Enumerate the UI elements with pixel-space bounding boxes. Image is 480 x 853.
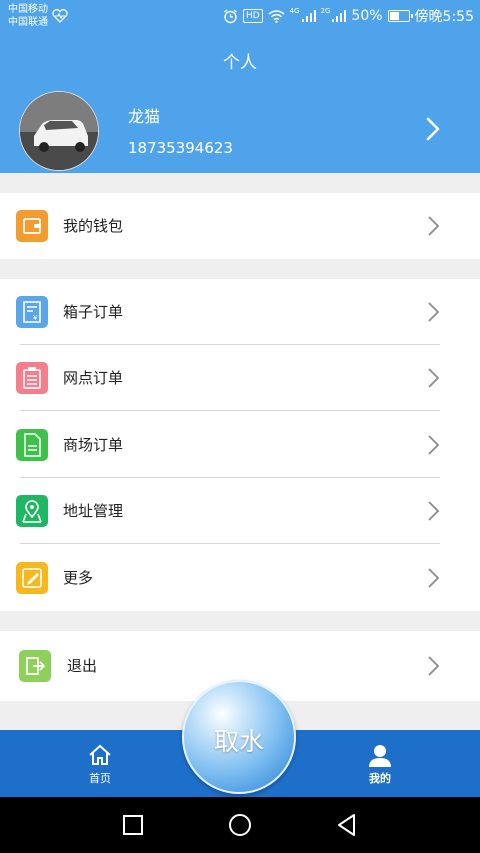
menu-label-outlet-orders: 网点订单 bbox=[63, 369, 124, 387]
menu-label-more: 更多 bbox=[63, 569, 94, 587]
wifi-icon bbox=[268, 9, 285, 23]
phone-number: 18735394623 bbox=[128, 139, 233, 157]
home-button-icon[interactable] bbox=[228, 813, 252, 837]
network-type-1: 4G bbox=[289, 7, 300, 15]
menu-item-outlet-orders[interactable]: 网点订单 bbox=[0, 345, 480, 411]
fetch-water-label: 取水 bbox=[213, 727, 264, 756]
chevron-right-icon[interactable] bbox=[425, 116, 441, 142]
wallet-icon bbox=[16, 210, 48, 242]
signal-icon bbox=[301, 10, 316, 22]
carrier-2: 中国联通 bbox=[8, 17, 48, 28]
recent-apps-icon[interactable] bbox=[122, 814, 144, 836]
chevron-right-icon bbox=[428, 302, 440, 322]
username: 龙猫 bbox=[128, 107, 161, 126]
divider bbox=[20, 410, 440, 411]
menu-item-mall-orders[interactable]: 商场订单 bbox=[0, 412, 480, 478]
menu-label-logout: 退出 bbox=[67, 657, 98, 675]
hd-badge: HD bbox=[242, 9, 263, 23]
tab-label-mine: 我的 bbox=[369, 772, 391, 785]
network-type-2: 2G bbox=[320, 7, 331, 15]
heart-rate-icon bbox=[52, 9, 68, 23]
clock: 傍晚5:55 bbox=[414, 9, 474, 25]
carrier-1: 中国移动 bbox=[8, 4, 48, 15]
tab-label-home: 首页 bbox=[89, 772, 111, 785]
page-title: 个人 bbox=[223, 53, 257, 73]
tab-home[interactable]: 首页 bbox=[60, 730, 140, 797]
status-bar: 中国移动 中国联通 HD 4G 2G 50% 傍晚5:55 bbox=[0, 0, 480, 32]
avatar[interactable] bbox=[19, 91, 99, 171]
box-order-icon: ¥ bbox=[16, 296, 48, 328]
logout-icon bbox=[19, 650, 51, 682]
avatar-car-photo bbox=[20, 92, 98, 170]
orders-section: ¥ 箱子订单 网点订单 商场订单 地址管理 更多 bbox=[0, 279, 480, 611]
menu-label-address: 地址管理 bbox=[63, 502, 124, 520]
battery-percent: 50% bbox=[351, 8, 383, 24]
outlet-order-icon bbox=[16, 362, 48, 394]
menu-item-more[interactable]: 更多 bbox=[0, 545, 480, 611]
map-pin-icon bbox=[16, 495, 48, 527]
wallet-section: 我的钱包 bbox=[0, 193, 480, 259]
back-icon[interactable] bbox=[336, 813, 358, 837]
chevron-right-icon bbox=[428, 501, 440, 521]
chevron-right-icon bbox=[428, 368, 440, 388]
system-nav-bar bbox=[0, 797, 480, 853]
menu-label-wallet: 我的钱包 bbox=[63, 217, 124, 235]
home-icon bbox=[89, 744, 111, 765]
chevron-right-icon bbox=[428, 568, 440, 588]
battery-level bbox=[389, 12, 399, 20]
menu-label-mall-orders: 商场订单 bbox=[63, 436, 124, 454]
battery-icon bbox=[387, 10, 413, 22]
svg-text:¥: ¥ bbox=[33, 314, 38, 322]
chevron-right-icon bbox=[428, 435, 440, 455]
tab-mine[interactable]: 我的 bbox=[340, 730, 420, 797]
fetch-water-button[interactable]: 取水 bbox=[182, 680, 296, 794]
mall-order-icon bbox=[16, 429, 48, 461]
menu-label-box-orders: 箱子订单 bbox=[63, 303, 124, 321]
user-icon bbox=[369, 745, 391, 767]
edit-icon bbox=[16, 562, 48, 594]
menu-item-box-orders[interactable]: ¥ 箱子订单 bbox=[0, 279, 480, 345]
menu-item-wallet[interactable]: 我的钱包 bbox=[0, 193, 480, 259]
chevron-right-icon bbox=[428, 656, 440, 676]
signal-icon bbox=[332, 10, 347, 22]
profile-header: 中国移动 中国联通 HD 4G 2G 50% 傍晚5:55 个人 龙猫 1873… bbox=[0, 0, 480, 173]
divider bbox=[20, 543, 440, 544]
menu-item-address[interactable]: 地址管理 bbox=[0, 478, 480, 544]
alarm-icon bbox=[224, 8, 237, 23]
status-icons: HD 4G 2G 50% 傍晚5:55 bbox=[223, 6, 474, 26]
chevron-right-icon bbox=[428, 216, 440, 236]
